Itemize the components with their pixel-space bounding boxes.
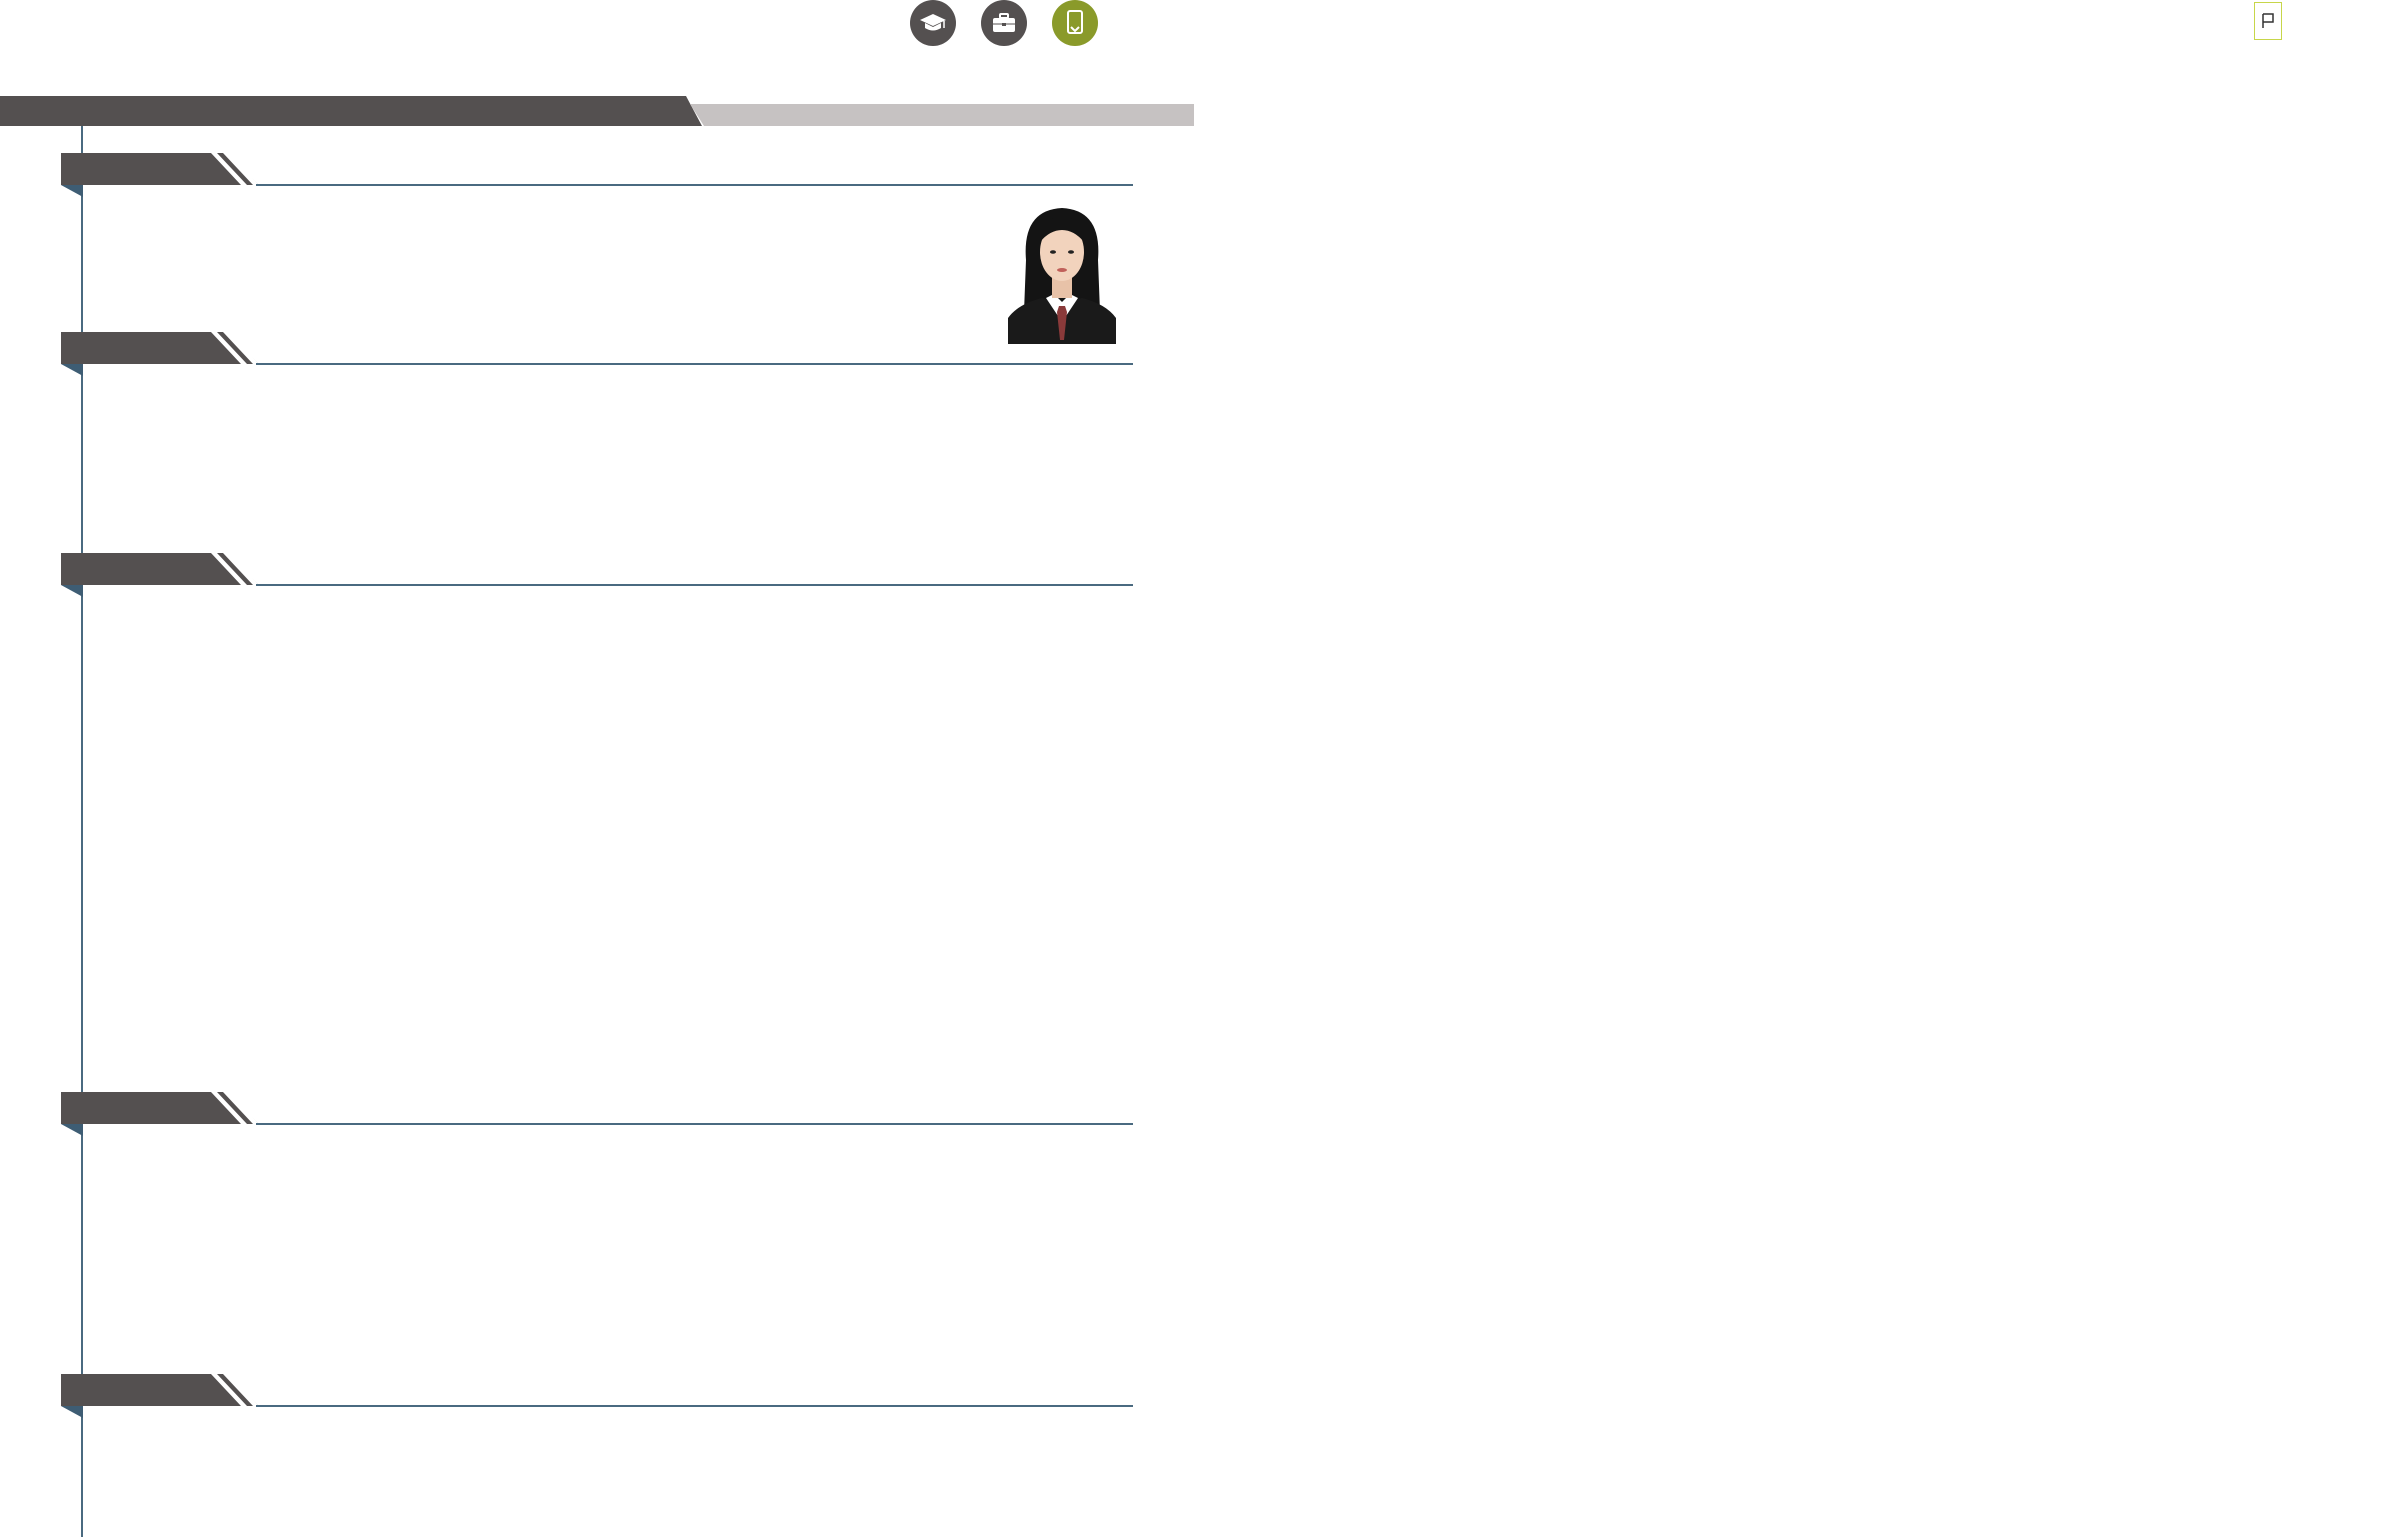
section-fold	[61, 585, 83, 597]
header-band-light	[690, 104, 1194, 126]
flag-icon[interactable]	[2254, 2, 2282, 40]
section-header-skills	[61, 1092, 1133, 1138]
section-rule	[256, 184, 1133, 186]
section-stripes-icon	[211, 553, 259, 585]
section-header-education	[61, 332, 1133, 378]
section-stripes-icon	[211, 1092, 259, 1124]
section-rule	[256, 584, 1133, 586]
section-stripes-icon	[211, 1374, 259, 1406]
section-rule	[256, 363, 1133, 365]
section-header-basic-info	[61, 153, 1133, 199]
section-rule	[256, 1123, 1133, 1125]
resume-page	[0, 0, 2382, 1537]
section-stripes-icon	[211, 332, 259, 364]
section-header-self-evaluation	[61, 1374, 1133, 1420]
section-stripes-icon	[211, 153, 259, 185]
section-header-experience	[61, 553, 1133, 599]
section-fold	[61, 364, 83, 376]
graduation-cap-icon[interactable]	[910, 0, 956, 46]
section-fold	[61, 185, 83, 197]
briefcase-icon[interactable]	[981, 0, 1027, 46]
header-band-dark	[0, 96, 702, 126]
bookmark-icon[interactable]	[1052, 0, 1098, 46]
section-rule	[256, 1405, 1133, 1407]
section-fold	[61, 1124, 83, 1136]
profile-photo	[1008, 200, 1116, 344]
section-fold	[61, 1406, 83, 1418]
